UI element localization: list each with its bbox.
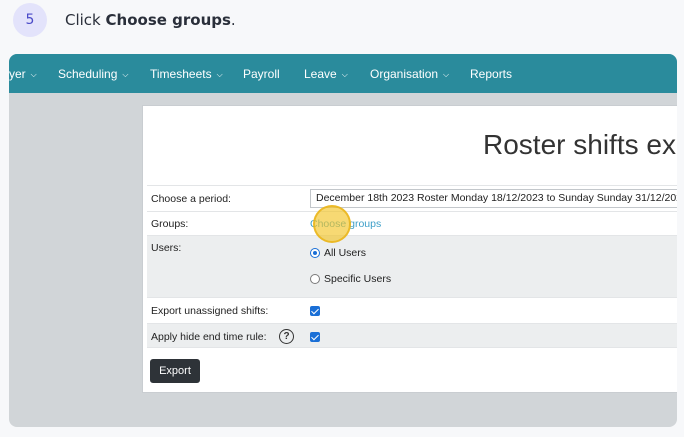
radio-icon[interactable] (310, 248, 320, 259)
nav-label: Scheduling (58, 66, 118, 81)
unassigned-row: Export unassigned shifts: (147, 297, 677, 323)
hide-end-row: Apply hide end time rule: ? (147, 323, 677, 348)
click-highlight-marker (313, 205, 351, 243)
step-target: Choose groups (105, 11, 231, 29)
export-panel: Roster shifts ex Choose a period: Decemb… (142, 105, 677, 393)
groups-row: Groups: Choose groups (147, 211, 677, 235)
export-button[interactable]: Export (150, 359, 200, 383)
specific-users-label: Specific Users (324, 273, 392, 285)
radio-icon[interactable] (310, 274, 320, 285)
chevron-down-icon: ⌵ (122, 69, 129, 79)
nav-label: Leave (304, 66, 337, 81)
question-circle-icon[interactable]: ? (279, 329, 294, 344)
chevron-down-icon: ⌵ (341, 69, 348, 79)
chevron-down-icon: ⌵ (443, 69, 450, 79)
users-label: Users: (151, 242, 182, 254)
hide-end-label: Apply hide end time rule: (151, 331, 267, 343)
all-users-option[interactable]: All Users (310, 247, 366, 259)
nav-item-payroll[interactable]: Payroll (243, 54, 280, 93)
page-title: Roster shifts ex (483, 129, 676, 160)
step-number-badge: 5 (13, 3, 47, 37)
nav-item-scheduling[interactable]: Scheduling ⌵ (58, 54, 128, 93)
step-instruction: Click Choose groups. (65, 11, 236, 29)
nav-label: Organisation (370, 66, 439, 81)
period-label: Choose a period: (151, 193, 231, 205)
step-suffix: . (230, 11, 236, 29)
nav-item-player[interactable]: yer ⌵ (9, 54, 37, 93)
period-row: Choose a period: December 18th 2023 Rost… (147, 185, 677, 211)
specific-users-option[interactable]: Specific Users (310, 273, 391, 285)
hide-end-checkbox[interactable] (310, 332, 320, 345)
users-row: Users: All Users Specific Users (147, 235, 677, 297)
checkbox-icon[interactable] (310, 332, 320, 342)
groups-label: Groups: (151, 218, 189, 230)
step-header: 5 Click Choose groups. (13, 3, 236, 37)
checkbox-icon[interactable] (310, 306, 320, 316)
unassigned-checkbox[interactable] (310, 306, 320, 319)
nav-label: Payroll (243, 66, 280, 81)
nav-label: Reports (470, 66, 513, 81)
nav-item-organisation[interactable]: Organisation ⌵ (370, 54, 449, 93)
chevron-down-icon: ⌵ (216, 69, 223, 79)
unassigned-label: Export unassigned shifts: (151, 305, 269, 317)
chevron-down-icon: ⌵ (30, 69, 37, 79)
nav-label: yer (9, 66, 26, 81)
nav-item-reports[interactable]: Reports (470, 54, 512, 93)
period-select[interactable]: December 18th 2023 Roster Monday 18/12/2… (310, 189, 677, 208)
top-navbar: yer ⌵ Scheduling ⌵ Timesheets ⌵ Payroll Lea… (9, 54, 677, 93)
screenshot-frame: yer ⌵ Scheduling ⌵ Timesheets ⌵ Payroll Lea… (9, 54, 677, 427)
step-prefix: Click (65, 11, 106, 29)
nav-label: Timesheets (150, 66, 212, 81)
nav-item-timesheets[interactable]: Timesheets ⌵ (150, 54, 223, 93)
all-users-label: All Users (324, 247, 367, 259)
nav-item-leave[interactable]: Leave ⌵ (304, 54, 348, 93)
